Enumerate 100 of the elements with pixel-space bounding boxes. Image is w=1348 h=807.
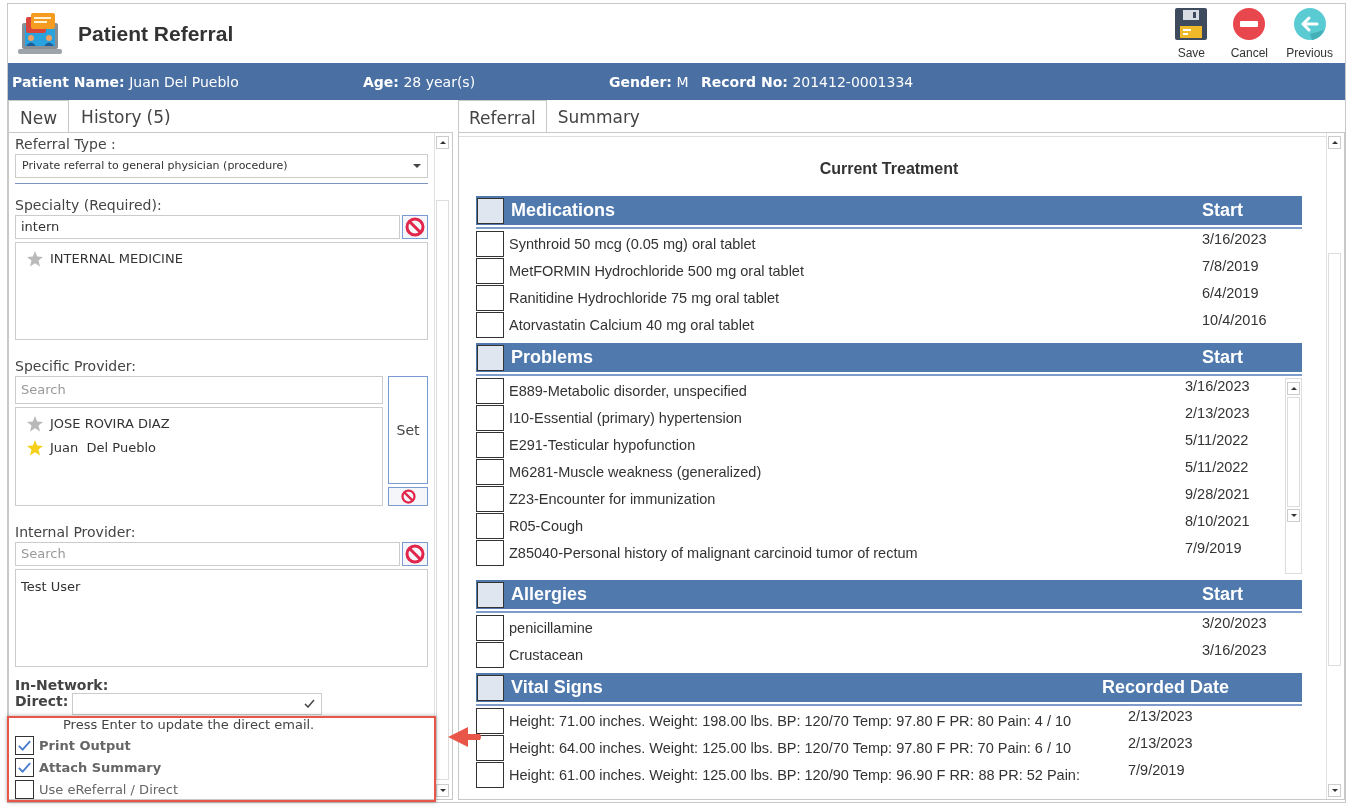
- checkbox[interactable]: [477, 674, 504, 701]
- row-date: 6/4/2019: [1202, 285, 1260, 301]
- set-button[interactable]: Set: [388, 375, 428, 484]
- toolbar-button[interactable]: Previous: [1282, 8, 1337, 60]
- star-icon: [26, 249, 44, 268]
- row-text: penicillamine: [509, 619, 594, 636]
- check-mark-icon: [304, 699, 316, 709]
- checkbox[interactable]: [476, 432, 504, 458]
- checkbox-label[interactable]: Attach Summary: [39, 760, 162, 775]
- checkbox[interactable]: [476, 258, 504, 284]
- row-date: 3/16/2023: [1202, 642, 1268, 658]
- row-text: I10-Essential (primary) hypertension: [509, 409, 743, 426]
- laptop-chat-icon: [16, 12, 64, 55]
- checkbox[interactable]: [476, 513, 504, 539]
- section-heading: Allergies: [511, 584, 589, 605]
- direct-email-field[interactable]: [72, 693, 323, 715]
- checkbox[interactable]: [476, 642, 504, 668]
- row-date: 2/13/2023: [1128, 708, 1194, 724]
- column-heading: Start: [1202, 584, 1244, 605]
- prohibited-icon: [405, 216, 425, 237]
- clear-button[interactable]: [402, 214, 428, 239]
- row-date: 10/4/2016: [1202, 312, 1268, 328]
- row-text: E889-Metabolic disorder, unspecified: [509, 382, 748, 399]
- checkbox-label[interactable]: Print Output: [39, 738, 131, 753]
- section-heading: Vital Signs: [511, 677, 604, 698]
- search-field[interactable]: Search: [15, 375, 383, 404]
- patient-field: Record No: 201412-0001334: [701, 73, 914, 90]
- field-label: Specific Provider:: [15, 357, 137, 374]
- scroll-up-button[interactable]: [1328, 136, 1341, 149]
- checkbox[interactable]: [476, 459, 504, 485]
- tab[interactable]: History (5): [69, 100, 183, 132]
- checkbox[interactable]: [476, 735, 504, 761]
- checkbox[interactable]: [476, 405, 504, 431]
- row-date: 9/28/2021: [1185, 486, 1251, 502]
- no-entry-icon: [1233, 8, 1266, 40]
- hint-text: Press Enter to update the direct email.: [63, 717, 316, 732]
- specialty-field[interactable]: intern: [15, 214, 400, 239]
- row-text: Height: 61.00 inches. Weight: 125.00 lbs. BP: 120/90 Temp: 96.90 F RR: 88 PR: 52 Pain:: [509, 766, 1081, 783]
- row-text: MetFORMIN Hydrochloride 500 mg oral tablet: [509, 262, 805, 279]
- checkbox[interactable]: [476, 285, 504, 311]
- tab[interactable]: Referral: [458, 100, 547, 133]
- tab[interactable]: New: [8, 100, 70, 133]
- toolbar-button[interactable]: Cancel: [1224, 8, 1275, 60]
- row-date: 3/16/2023: [1185, 378, 1251, 394]
- checkbox[interactable]: [476, 486, 504, 512]
- prohibited-icon: [400, 488, 416, 504]
- checkbox[interactable]: [476, 312, 504, 338]
- list-item[interactable]: Test User: [21, 573, 422, 594]
- list-item[interactable]: INTERNAL MEDICINE: [50, 251, 183, 267]
- clear-button[interactable]: [402, 541, 428, 566]
- row-date: 5/11/2022: [1185, 459, 1250, 475]
- checkbox[interactable]: [477, 344, 504, 371]
- field-label: In-Network:: [15, 677, 109, 693]
- section-heading: Medications: [511, 200, 617, 221]
- row-date: 7/9/2019: [1128, 762, 1186, 778]
- clear-button[interactable]: [388, 486, 428, 506]
- row-text: Crustacean: [509, 646, 585, 663]
- list-item[interactable]: Juan Del Pueblo: [50, 440, 156, 456]
- patient-field: Age: 28 year(s): [363, 73, 609, 90]
- checkbox[interactable]: [15, 736, 34, 755]
- tab[interactable]: Summary: [546, 100, 651, 132]
- checkbox[interactable]: [476, 762, 504, 788]
- referral-type-dropdown[interactable]: Private referral to general physician (procedure): [15, 154, 428, 178]
- field-label: Direct:: [15, 693, 69, 709]
- section-title: Current Treatment: [818, 159, 960, 179]
- checkbox[interactable]: [476, 615, 504, 641]
- checkbox[interactable]: [476, 540, 504, 566]
- checkbox[interactable]: [477, 581, 504, 608]
- scroll-down-button[interactable]: [1328, 784, 1341, 797]
- row-date: 2/13/2023: [1128, 735, 1194, 751]
- field-label: Internal Provider:: [15, 523, 136, 540]
- checkbox[interactable]: [476, 231, 504, 257]
- field-label: Specialty (Required):: [15, 196, 162, 213]
- row-text: Atorvastatin Calcium 40 mg oral tablet: [509, 316, 755, 333]
- column-heading: Recorded Date: [1102, 677, 1231, 698]
- row-text: Height: 71.00 inches. Weight: 198.00 lbs. BP: 120/70 Temp: 97.80 F PR: 80 Pain: 4 / 10: [509, 712, 1073, 729]
- search-field[interactable]: Search: [15, 541, 400, 566]
- row-date: 3/16/2023: [1202, 231, 1268, 247]
- row-text: R05-Cough: [509, 517, 585, 534]
- checkbox[interactable]: [477, 197, 504, 224]
- section-heading: Problems: [511, 347, 595, 368]
- scroll-down-button[interactable]: [436, 784, 449, 797]
- field-label: Referral Type :: [15, 136, 116, 152]
- column-heading: Start: [1202, 347, 1244, 368]
- list-item[interactable]: JOSE ROVIRA DIAZ: [50, 416, 170, 432]
- scroll-down-button[interactable]: [1287, 509, 1300, 522]
- row-date: 3/20/2023: [1202, 615, 1268, 631]
- row-date: 7/8/2019: [1202, 258, 1260, 274]
- scroll-up-button[interactable]: [436, 136, 449, 149]
- scroll-up-button[interactable]: [1287, 382, 1300, 395]
- checkbox[interactable]: [15, 780, 34, 799]
- row-text: E291-Testicular hypofunction: [509, 436, 697, 453]
- row-text: Z23-Encounter for immunization: [509, 490, 717, 507]
- toolbar-button[interactable]: Save: [1166, 8, 1217, 60]
- patient-field: Gender: M: [609, 73, 701, 90]
- checkbox[interactable]: [15, 758, 34, 777]
- checkbox-label[interactable]: Use eReferral / Direct: [39, 782, 179, 797]
- checkbox[interactable]: [476, 708, 504, 734]
- checkbox[interactable]: [476, 378, 504, 404]
- row-text: Synthroid 50 mcg (0.05 mg) oral tablet: [509, 235, 757, 252]
